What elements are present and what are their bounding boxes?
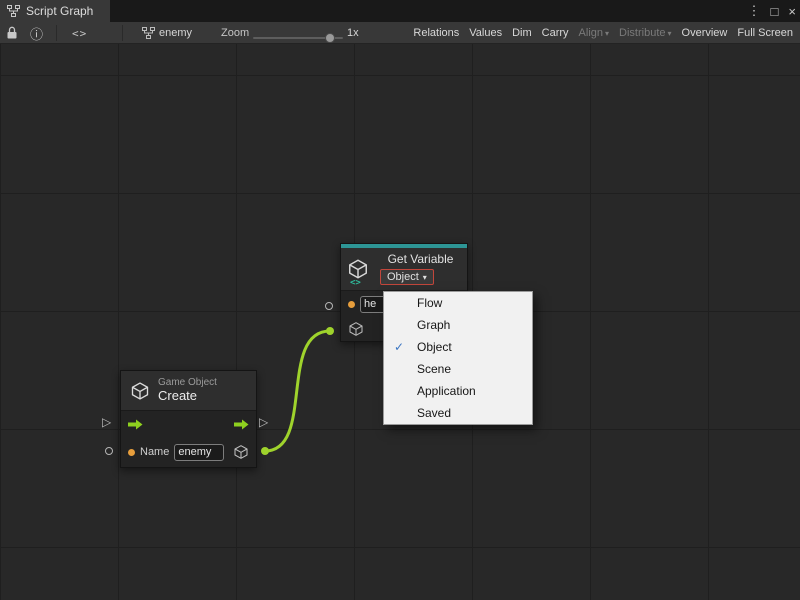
close-icon[interactable]: × bbox=[788, 4, 796, 19]
carry-button[interactable]: Carry bbox=[537, 22, 574, 44]
flow-out-arrow-icon[interactable] bbox=[234, 419, 249, 430]
zoom-slider-handle[interactable] bbox=[325, 33, 335, 43]
menu-item-scene[interactable]: Scene bbox=[384, 358, 532, 380]
lock-icon[interactable] bbox=[6, 22, 18, 44]
maximize-icon[interactable]: □ bbox=[771, 4, 779, 19]
game-object-output-icon[interactable] bbox=[233, 444, 249, 460]
zoom-value: 1x bbox=[347, 22, 359, 44]
graph-icon bbox=[7, 5, 20, 17]
menu-item-flow[interactable]: Flow bbox=[384, 292, 532, 314]
name-input[interactable] bbox=[174, 444, 224, 461]
toolbar-separator bbox=[122, 25, 123, 41]
menu-item-object[interactable]: ✓ Object bbox=[384, 336, 532, 358]
chevron-down-icon: ▾ bbox=[668, 29, 672, 38]
value-input-port[interactable] bbox=[105, 447, 113, 455]
flow-in-arrow-icon[interactable] bbox=[128, 419, 143, 430]
menu-item-label: Scene bbox=[417, 362, 451, 376]
name-label: Name bbox=[140, 446, 169, 458]
info-icon[interactable]: ⓘ bbox=[30, 22, 43, 44]
cube-icon bbox=[130, 381, 150, 401]
window-menu-icon[interactable]: ⋮ bbox=[748, 3, 761, 19]
distribute-button[interactable]: Distribute▾ bbox=[614, 22, 676, 44]
menu-item-graph[interactable]: Graph bbox=[384, 314, 532, 336]
dim-button[interactable]: Dim bbox=[507, 22, 537, 44]
graph-name-breadcrumb[interactable]: enemy bbox=[159, 22, 192, 44]
create-node-header: Game Object Create bbox=[121, 371, 256, 411]
menu-item-saved[interactable]: Saved bbox=[384, 402, 532, 424]
align-button[interactable]: Align▾ bbox=[574, 22, 614, 44]
script-graph-window: Script Graph ⋮ □ × ⓘ <> bbox=[0, 0, 800, 600]
menu-item-label: Saved bbox=[417, 406, 451, 420]
value-port-dot[interactable] bbox=[128, 449, 135, 456]
node-title: Get Variable bbox=[388, 252, 454, 266]
distribute-label: Distribute bbox=[619, 27, 665, 39]
menu-item-label: Object bbox=[417, 340, 452, 354]
tab-script-graph[interactable]: Script Graph bbox=[0, 0, 110, 22]
graph-asset-icon bbox=[142, 22, 155, 44]
game-object-input-icon[interactable] bbox=[348, 321, 364, 337]
code-badge-icon: <> bbox=[350, 278, 361, 288]
node-title: Create bbox=[158, 389, 217, 404]
fullscreen-button[interactable]: Full Screen bbox=[732, 22, 798, 44]
name-input-row: Name bbox=[121, 437, 256, 467]
code-view-icon[interactable]: <> bbox=[72, 22, 87, 44]
values-button[interactable]: Values bbox=[464, 22, 507, 44]
graph-toolbar: ⓘ <> enemy Zoom 1x Relations Values Dim … bbox=[0, 22, 800, 44]
align-label: Align bbox=[579, 27, 603, 39]
flow-port-row bbox=[121, 411, 256, 437]
variable-kind-dropdown[interactable]: Object ▾ bbox=[380, 269, 434, 285]
toolbar-separator bbox=[56, 25, 57, 41]
connected-input-port[interactable] bbox=[326, 327, 334, 335]
check-icon: ✓ bbox=[394, 336, 404, 358]
flow-input-port[interactable]: ▷ bbox=[102, 416, 111, 428]
flow-output-port[interactable]: ▷ bbox=[259, 416, 268, 428]
overview-button[interactable]: Overview bbox=[677, 22, 733, 44]
menu-item-label: Graph bbox=[417, 318, 450, 332]
titlebar: Script Graph ⋮ □ × bbox=[0, 0, 800, 22]
menu-item-label: Application bbox=[417, 384, 476, 398]
variable-name-port[interactable] bbox=[325, 302, 333, 310]
relations-button[interactable]: Relations bbox=[408, 22, 464, 44]
connected-output-port[interactable] bbox=[261, 447, 269, 455]
graph-canvas[interactable]: Game Object Create Name bbox=[0, 44, 800, 600]
create-game-object-node[interactable]: Game Object Create Name bbox=[120, 370, 257, 468]
zoom-label: Zoom bbox=[221, 22, 249, 44]
chevron-down-icon: ▾ bbox=[605, 29, 609, 38]
variable-kind-menu: Flow Graph ✓ Object Scene Application Sa… bbox=[383, 291, 533, 425]
chevron-down-icon: ▾ bbox=[423, 273, 427, 282]
get-variable-header: <> Get Variable Object ▾ bbox=[341, 248, 467, 291]
variable-kind-value: Object bbox=[387, 271, 419, 283]
menu-item-application[interactable]: Application bbox=[384, 380, 532, 402]
toolbar-buttons: Relations Values Dim Carry Align▾ Distri… bbox=[408, 22, 798, 44]
variable-cube-icon: <> bbox=[347, 252, 373, 285]
menu-item-label: Flow bbox=[417, 296, 442, 310]
tab-title: Script Graph bbox=[26, 4, 93, 18]
value-port-dot[interactable] bbox=[348, 301, 355, 308]
